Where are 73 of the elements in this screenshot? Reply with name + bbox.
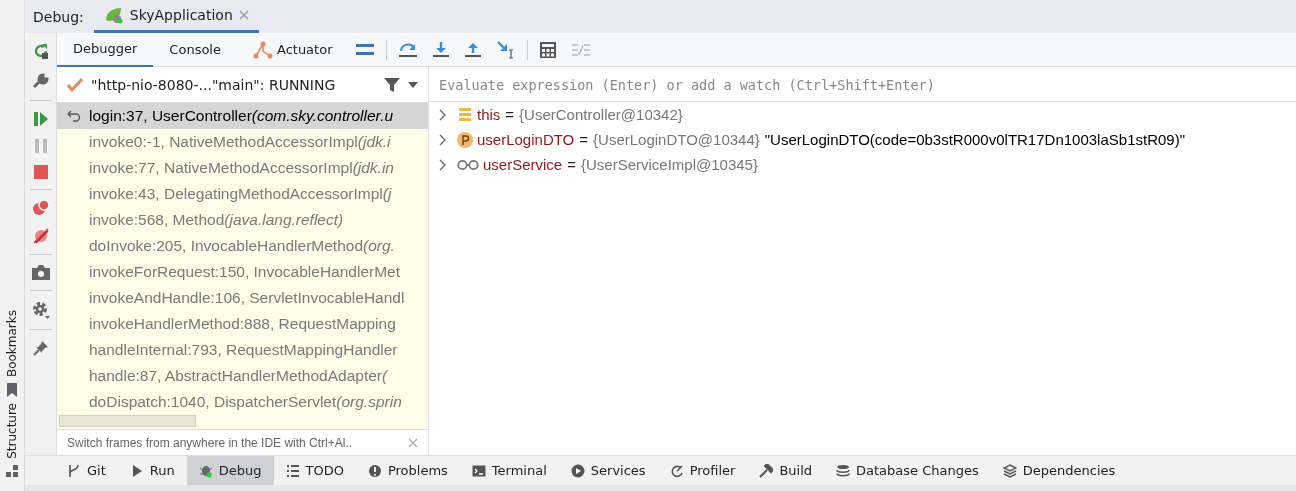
variable-value: "UserLoginDTO(code=0b3stR000v0lTR17Dn1003laSb1stR09)" — [764, 131, 1185, 148]
tool-window-button[interactable]: TODO — [273, 456, 356, 485]
tool-window-button[interactable]: Git — [55, 456, 118, 485]
variable-name: userService — [483, 156, 563, 173]
stack-frame[interactable]: invoke:43, DelegatingMethodAccessorImpl(j — [57, 181, 428, 207]
tool-window-button[interactable]: Problems — [355, 456, 460, 485]
tool-window-icon — [570, 463, 585, 478]
tool-window-icon — [67, 463, 81, 478]
stack-frame[interactable]: invoke:77, NativeMethodAccessorImpl(jdk.in — [57, 155, 428, 181]
camera-icon[interactable] — [31, 265, 50, 280]
stop-icon[interactable] — [33, 165, 48, 179]
breakpoints-icon[interactable] — [31, 200, 50, 216]
hint-text: Switch frames from anywhere in the IDE with Ctrl+Al.. — [67, 435, 353, 450]
stack-frame[interactable]: invoke:568, Method(java.lang.reflect) — [57, 207, 428, 233]
debugger-tab[interactable]: Debugger — [57, 32, 154, 67]
object-reference: {UserController@10342} — [519, 106, 683, 123]
stack-frame[interactable]: handleInternal:793, RequestMappingHandler — [57, 337, 428, 363]
tool-window-button[interactable]: Run — [117, 456, 187, 485]
equals-sign: = — [505, 106, 515, 123]
side-tab[interactable]: Structure — [5, 403, 19, 459]
pin-icon[interactable] — [32, 340, 49, 356]
equals-sign: = — [567, 156, 576, 173]
tool-window-button[interactable]: Terminal — [459, 456, 559, 485]
structure-icon — [6, 465, 18, 477]
panel-title: Debug: — [33, 8, 84, 25]
dropdown-arrow-icon[interactable] — [408, 81, 418, 88]
tool-window-icon — [836, 463, 851, 478]
stack-frame[interactable]: doInvoke:205, InvocableHandlerMethod(org. — [57, 233, 428, 259]
resume-icon[interactable] — [32, 111, 49, 127]
wrench-icon[interactable] — [31, 72, 50, 90]
step-into-icon[interactable] — [433, 41, 450, 58]
tool-window-icon — [367, 463, 382, 478]
menu-icon[interactable] — [356, 42, 375, 57]
variable-name: userLoginDTO — [477, 131, 575, 148]
tool-window-button[interactable]: Dependencies — [990, 456, 1128, 485]
checkmark-icon — [67, 77, 83, 92]
graph-icon — [252, 40, 273, 59]
debugger-tab[interactable]: Actuator — [236, 32, 349, 67]
tool-window-icon — [669, 463, 684, 478]
tool-window-button[interactable]: Build — [747, 456, 825, 485]
run-to-cursor-icon[interactable] — [497, 40, 516, 59]
stack-frame[interactable]: invokeForRequest:150, InvocableHandlerMet — [57, 259, 428, 285]
settings-icon[interactable] — [31, 301, 50, 319]
scrollbar[interactable] — [59, 415, 196, 427]
variable-name: this — [477, 106, 501, 123]
side-tab[interactable]: Bookmarks — [5, 310, 19, 378]
mute-breakpoints-icon[interactable] — [32, 228, 49, 244]
equals-sign: = — [579, 131, 589, 148]
stack-frame[interactable]: invokeHandlerMethod:888, RequestMapping — [57, 311, 428, 337]
tool-window-icon — [285, 463, 300, 478]
filter-icon[interactable] — [384, 76, 400, 93]
tool-window-icon — [471, 463, 486, 478]
step-over-icon[interactable] — [399, 41, 418, 58]
bookmark-icon — [6, 383, 18, 398]
step-out-icon[interactable] — [465, 41, 482, 58]
stack-frame[interactable]: handle:87, AbstractHandlerMethodAdapter( — [57, 363, 428, 389]
stack-frame[interactable]: invokeAndHandle:106, ServletInvocableHandl — [57, 285, 428, 311]
object-reference: {UserServiceImpl@10345} — [580, 156, 758, 173]
tool-window-icon — [1002, 463, 1017, 478]
tool-window-icon — [759, 463, 774, 478]
tool-window-button[interactable]: Database Changes — [824, 456, 991, 485]
object-reference: {UserLoginDTO@10344} — [593, 131, 760, 148]
debugger-tab[interactable]: Console — [153, 32, 237, 67]
spring-icon — [103, 6, 124, 24]
tool-window-button[interactable]: Profiler — [657, 456, 748, 485]
tool-window-icon — [198, 463, 213, 478]
calculator-icon[interactable] — [540, 41, 557, 58]
stack-frame[interactable]: doDispatch:1040, DispatcherServlet(org.sprin — [57, 389, 428, 415]
tool-window-button[interactable]: Debug — [186, 456, 274, 485]
stack-frame[interactable]: login:37, UserController(com.sky.controller.u — [57, 103, 428, 129]
stack-frame[interactable]: invoke0:-1, NativeMethodAccessorImpl(jdk.i — [57, 129, 428, 155]
tool-window-button[interactable]: Services — [558, 456, 658, 485]
return-arrow-icon — [67, 110, 81, 122]
